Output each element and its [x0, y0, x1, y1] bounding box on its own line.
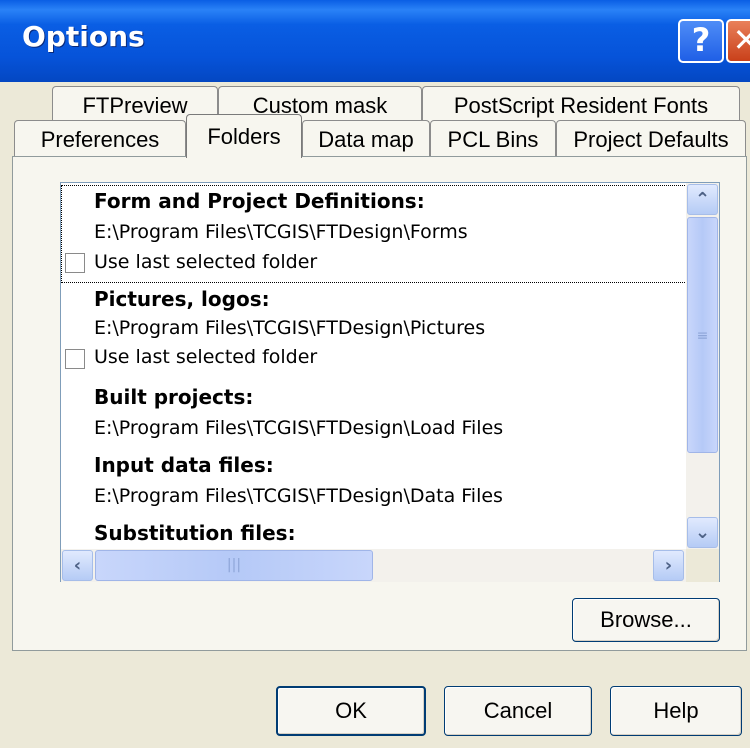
list-item-pictures[interactable]: Pictures, logos: E:\Program Files\TCGIS\…	[61, 283, 687, 381]
checkbox-label: Use last selected folder	[94, 251, 318, 273]
help-title-button[interactable]: ?	[678, 19, 724, 63]
button-label: Help	[653, 698, 699, 723]
folder-title: Form and Project Definitions:	[94, 189, 425, 213]
list-item-built-projects[interactable]: Built projects: E:\Program Files\TCGIS\F…	[61, 381, 687, 449]
tab-label: Folders	[207, 123, 281, 149]
tab-label: PostScript Resident Fonts	[453, 92, 709, 118]
scrollbar-corner	[686, 549, 719, 582]
tab-label: Data map	[318, 126, 414, 152]
folder-path: E:\Program Files\TCGIS\FTDesign\Forms	[94, 221, 468, 243]
folder-title: Input data files:	[94, 453, 274, 477]
chevron-right-icon: ›	[664, 555, 673, 576]
checkbox-label: Use last selected folder	[94, 346, 318, 368]
tab-pcl-bins[interactable]: PCL Bins	[430, 120, 556, 158]
tab-data-map[interactable]: Data map	[302, 120, 430, 158]
use-last-folder-checkbox[interactable]	[65, 349, 85, 369]
browse-button[interactable]: Browse...	[572, 598, 720, 642]
cancel-button[interactable]: Cancel	[444, 686, 592, 736]
tab-label: PCL Bins	[447, 126, 539, 152]
question-mark-icon: ?	[691, 21, 711, 59]
tab-label: Preferences	[40, 126, 160, 152]
scroll-left-button[interactable]: ‹	[62, 550, 93, 581]
folder-path: E:\Program Files\TCGIS\FTDesign\Load Fil…	[94, 417, 504, 439]
close-icon: ✕	[732, 21, 750, 59]
use-last-folder-checkbox[interactable]	[65, 253, 85, 273]
scroll-up-button[interactable]: ⌃	[687, 184, 718, 215]
vertical-scrollbar[interactable]: ⌃ ≡ ⌄	[686, 183, 719, 549]
folder-path: E:\Program Files\TCGIS\FTDesign\Data Fil…	[94, 485, 503, 507]
chevron-left-icon: ‹	[73, 555, 82, 576]
vertical-scroll-thumb[interactable]: ≡	[687, 217, 718, 453]
tab-label: Project Defaults	[573, 126, 729, 152]
tab-project-defaults[interactable]: Project Defaults	[556, 120, 746, 158]
grip-icon: ≡	[696, 328, 709, 344]
ok-button[interactable]: OK	[276, 686, 426, 736]
folder-title: Substitution files:	[94, 521, 296, 545]
close-button[interactable]: ✕	[726, 19, 750, 63]
folder-path: E:\Program Files\TCGIS\FTDesign\Pictures	[94, 317, 486, 339]
scroll-right-button[interactable]: ›	[653, 550, 684, 581]
folder-title: Pictures, logos:	[94, 287, 270, 311]
scroll-down-button[interactable]: ⌄	[687, 517, 718, 548]
title-bar[interactable]: Options ? ✕	[0, 0, 750, 82]
horizontal-scroll-thumb[interactable]: |||	[95, 550, 373, 581]
tab-folders[interactable]: Folders	[186, 114, 302, 158]
button-label: Browse...	[600, 607, 692, 632]
list-item-substitution[interactable]: Substitution files:	[61, 517, 687, 549]
horizontal-scrollbar[interactable]: ‹ ||| ›	[61, 549, 686, 582]
chevron-up-icon: ⌃	[694, 189, 711, 210]
tab-postscript-resident-fonts[interactable]: PostScript Resident Fonts	[422, 86, 740, 124]
list-item-input-data[interactable]: Input data files: E:\Program Files\TCGIS…	[61, 449, 687, 517]
help-button[interactable]: Help	[610, 686, 742, 736]
chevron-down-icon: ⌄	[694, 522, 711, 543]
tab-label: FTPreview	[82, 92, 188, 118]
button-label: Cancel	[483, 698, 553, 723]
list-item-form-definitions[interactable]: Form and Project Definitions: E:\Program…	[61, 185, 687, 283]
folders-list[interactable]: Form and Project Definitions: E:\Program…	[60, 182, 720, 582]
button-label: OK	[335, 698, 367, 723]
tab-preferences[interactable]: Preferences	[14, 120, 186, 158]
window-title: Options	[22, 20, 145, 53]
folder-title: Built projects:	[94, 385, 254, 409]
grip-icon: |||	[226, 557, 242, 573]
